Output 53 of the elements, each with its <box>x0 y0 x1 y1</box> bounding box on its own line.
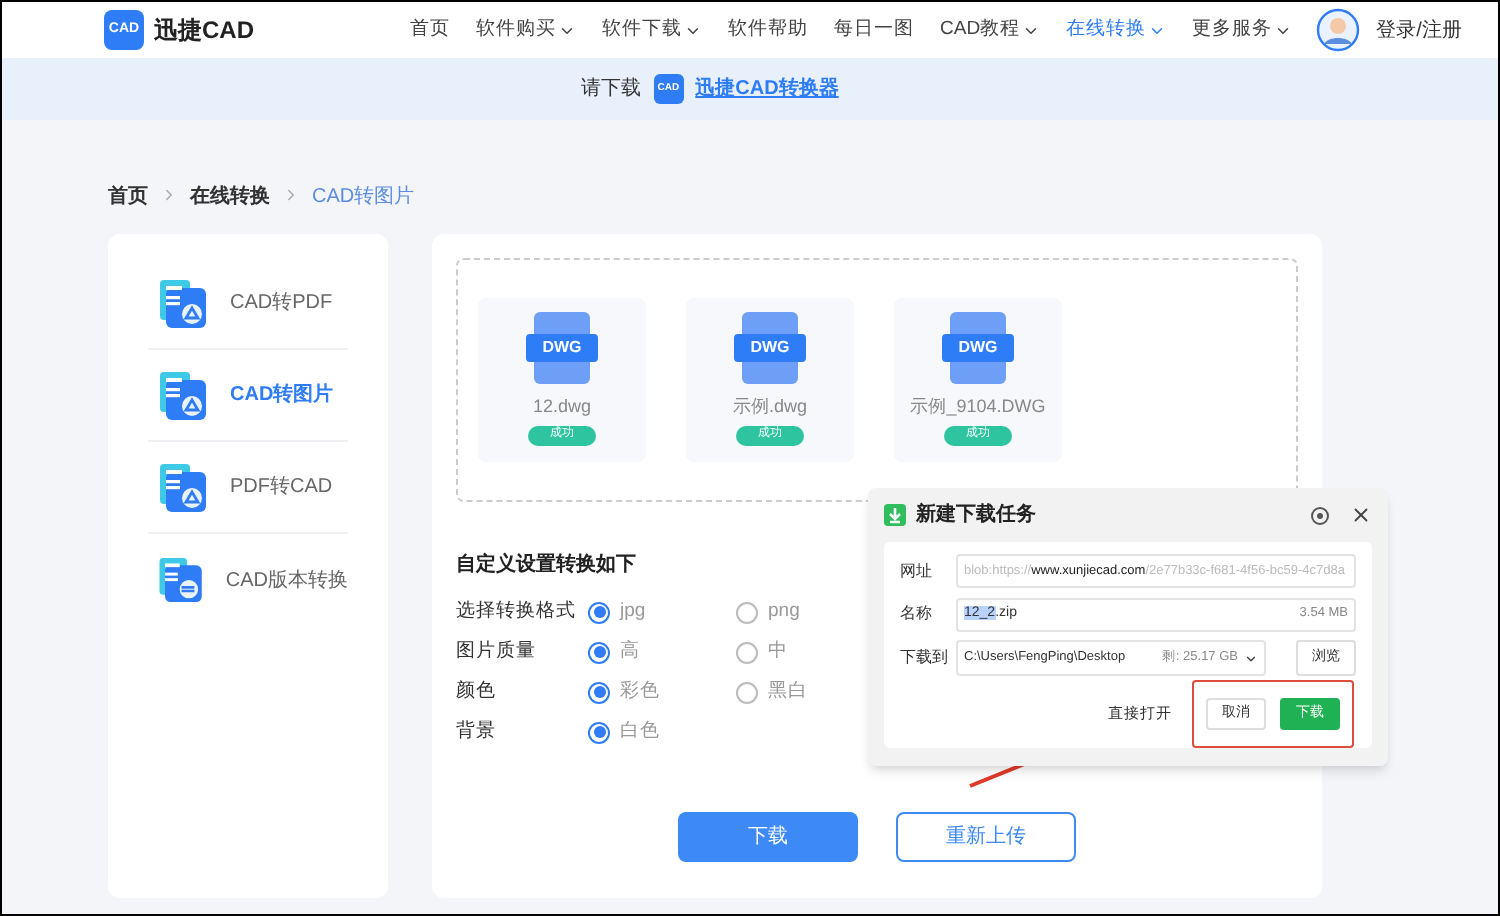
document-app-icon <box>154 554 202 606</box>
radio-button[interactable] <box>736 601 758 623</box>
sidebar-item[interactable]: PDF转CAD <box>148 442 348 534</box>
radio-button[interactable] <box>736 681 758 703</box>
chevron-right-icon <box>160 186 178 204</box>
radio-button[interactable] <box>588 601 610 623</box>
close-icon[interactable] <box>1350 504 1372 526</box>
chevron-right-icon <box>282 186 300 204</box>
option-label: 高 <box>620 637 640 666</box>
settings-title: 自定义设置转换如下 <box>456 550 636 580</box>
setting-label: 背景 <box>456 717 498 746</box>
nav-link[interactable]: 软件购买 <box>476 15 576 45</box>
radio-button[interactable] <box>736 641 758 663</box>
dropdown-caret-icon[interactable] <box>1244 651 1258 666</box>
setting-label: 图片质量 <box>456 637 538 666</box>
dialog-title: 新建下载任务 <box>916 500 1036 530</box>
avatar-icon <box>1316 8 1361 52</box>
file-name: 示例_9104.DWG <box>910 394 1046 420</box>
option-label: jpg <box>620 597 646 626</box>
file-name: 示例.dwg <box>732 394 807 420</box>
download-icon <box>884 504 906 526</box>
setting-label: 颜色 <box>456 677 498 706</box>
login-link[interactable]: 登录/注册 <box>1376 15 1462 45</box>
radio-button[interactable] <box>588 641 610 663</box>
field-label: 网址 <box>900 559 934 584</box>
option-label: 彩色 <box>620 677 660 706</box>
field-label: 下载到 <box>900 646 950 671</box>
breadcrumb-link[interactable]: 首页 <box>108 182 148 212</box>
nav-link[interactable]: 更多服务 <box>1192 15 1293 45</box>
nav-link[interactable]: 在线转换 <box>1066 15 1167 45</box>
sidebar-item[interactable]: CAD转图片 <box>148 350 348 442</box>
document-app-icon <box>154 461 206 513</box>
banner-text: 请下载 <box>581 75 642 104</box>
document-app-icon <box>154 277 206 329</box>
nav-link[interactable]: 软件帮助 <box>728 15 808 45</box>
radio-button[interactable] <box>588 681 610 703</box>
nav-link[interactable]: 软件下载 <box>602 15 702 45</box>
field-label: 名称 <box>900 602 934 626</box>
file-name: 12.dwg <box>532 394 592 420</box>
nav-link[interactable]: CAD教程 <box>940 15 1041 45</box>
option-label: 黑白 <box>768 677 808 706</box>
breadcrumb-link[interactable]: 在线转换 <box>190 182 270 212</box>
option-label: 中 <box>768 637 788 666</box>
sidebar-item[interactable]: CAD转PDF <box>148 258 348 350</box>
setting-label: 选择转换格式 <box>456 597 578 626</box>
nav-link[interactable]: 每日一图 <box>834 15 914 45</box>
sidebar-item[interactable]: CAD版本转换 <box>148 534 348 626</box>
document-app-icon <box>154 369 206 421</box>
option-label: png <box>768 597 800 626</box>
radio-button[interactable] <box>588 721 610 743</box>
nav-link[interactable]: 首页 <box>410 15 450 45</box>
option-label: 白色 <box>620 717 660 746</box>
brand-name: 迅捷CAD <box>154 14 254 48</box>
